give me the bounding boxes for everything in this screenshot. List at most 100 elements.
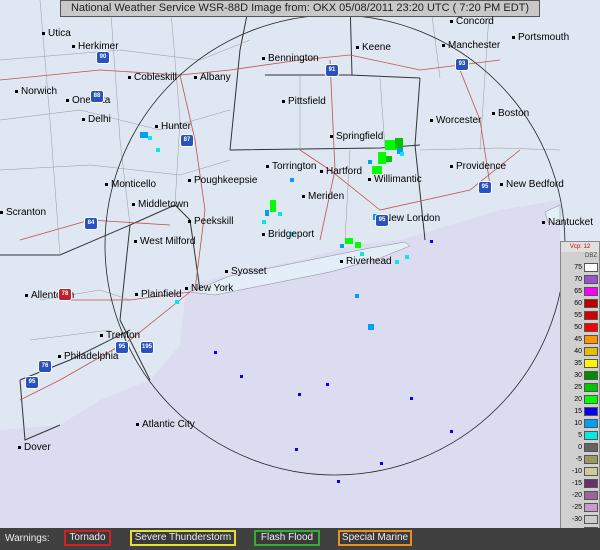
special-marine-warning-button[interactable]: Special Marine [338, 530, 412, 546]
legend-row: -20 [563, 490, 599, 501]
city-label: Bennington [262, 53, 319, 64]
city-label: Manchester [442, 40, 500, 51]
legend-row-label: 30 [574, 372, 582, 379]
legend-row-label: 25 [574, 384, 582, 391]
legend-row-label: -5 [575, 456, 582, 463]
city-label: Plainfield [135, 289, 182, 300]
legend-row-label: 35 [574, 360, 582, 367]
legend-row-label: -20 [571, 492, 582, 499]
city-label: Worcester [430, 115, 481, 126]
legend-unit-label: DBZ [585, 253, 597, 259]
legend-color-swatch [584, 515, 598, 524]
legend-row: -30 [563, 514, 599, 525]
legend-color-swatch [584, 395, 598, 404]
legend-color-swatch [584, 479, 598, 488]
legend-row: 60 [563, 298, 599, 309]
legend-row: -10 [563, 466, 599, 477]
legend-color-swatch [584, 467, 598, 476]
city-label: Riverhead [340, 256, 392, 267]
legend-row-label: 70 [574, 276, 582, 283]
reflectivity-legend: Vcp: 12 DBZ 75 70 65 60 55 50 45 40 35 30 25 20 15 10… [560, 241, 600, 542]
legend-row-label: 60 [574, 300, 582, 307]
legend-color-swatch [584, 371, 598, 380]
legend-row: 50 [563, 322, 599, 333]
warnings-bar: Warnings: Tornado Severe Thunderstorm Fl… [0, 528, 600, 550]
legend-color-swatch [584, 275, 598, 284]
city-label: West Milford [134, 236, 195, 247]
city-label: Syosset [225, 266, 267, 277]
legend-row: 0 [563, 442, 599, 453]
legend-row: -5 [563, 454, 599, 465]
flash-flood-warning-button[interactable]: Flash Flood [254, 530, 320, 546]
legend-row-label: -10 [571, 468, 582, 475]
city-label: Poughkeepsie [188, 175, 257, 186]
city-label: Boston [492, 108, 529, 119]
city-label: Atlantic City [136, 419, 195, 430]
legend-row: -15 [563, 478, 599, 489]
legend-row: 65 [563, 286, 599, 297]
legend-color-swatch [584, 323, 598, 332]
city-label: Middletown [132, 199, 189, 210]
legend-color-swatch [584, 431, 598, 440]
interstate-shield-icon: 95 [115, 341, 129, 354]
interstate-shield-icon: 91 [325, 64, 339, 77]
legend-row: 5 [563, 430, 599, 441]
city-label: Willimantic [368, 174, 422, 185]
legend-color-swatch [584, 419, 598, 428]
legend-row-label: 55 [574, 312, 582, 319]
legend-vcp-label: Vcp: 12 [561, 242, 599, 252]
severe-thunderstorm-warning-button[interactable]: Severe Thunderstorm [130, 530, 236, 546]
city-label: Pittsfield [282, 96, 326, 107]
legend-row: 10 [563, 418, 599, 429]
legend-row-label: 15 [574, 408, 582, 415]
legend-color-swatch [584, 299, 598, 308]
ocean [0, 200, 560, 550]
interstate-shield-icon: 95 [25, 376, 39, 389]
interstate-shield-icon: 84 [84, 217, 98, 230]
interstate-shield-icon: 195 [140, 341, 154, 354]
city-label: Norwich [15, 86, 57, 97]
city-label: Hunter [155, 121, 191, 132]
city-label: Philadelphia [58, 351, 119, 362]
legend-row: 35 [563, 358, 599, 369]
interstate-shield-icon: 95 [478, 181, 492, 194]
interstate-shield-icon: 87 [180, 134, 194, 147]
legend-color-swatch [584, 455, 598, 464]
city-label: Providence [450, 161, 506, 172]
legend-color-swatch [584, 311, 598, 320]
legend-color-swatch [584, 407, 598, 416]
interstate-shield-icon: 88 [90, 90, 104, 103]
legend-row: 55 [563, 310, 599, 321]
tornado-warning-button[interactable]: Tornado [64, 530, 111, 546]
legend-row-label: 50 [574, 324, 582, 331]
legend-row-label: 20 [574, 396, 582, 403]
legend-color-swatch [584, 503, 598, 512]
interstate-shield-icon: 90 [96, 51, 110, 64]
interstate-shield-icon: 76 [38, 360, 52, 373]
legend-row: -25 [563, 502, 599, 513]
radar-header-text: National Weather Service WSR-88D Image f… [70, 2, 530, 14]
legend-row: 25 [563, 382, 599, 393]
city-label: Springfield [330, 131, 383, 142]
city-label: Dover [18, 442, 51, 453]
city-label: New York [185, 283, 233, 294]
legend-color-swatch [584, 383, 598, 392]
legend-row-label: -15 [571, 480, 582, 487]
city-label: Keene [356, 42, 391, 53]
legend-row-label: 0 [578, 444, 582, 451]
legend-row: 15 [563, 406, 599, 417]
legend-row: 40 [563, 346, 599, 357]
interstate-shield-icon: 93 [455, 58, 469, 71]
city-label: Nantucket [542, 217, 593, 228]
city-label: Delhi [82, 114, 111, 125]
radar-map-frame: National Weather Service WSR-88D Image f… [0, 0, 600, 550]
legend-row-label: 45 [574, 336, 582, 343]
legend-color-swatch [584, 287, 598, 296]
legend-row: 20 [563, 394, 599, 405]
interstate-shield-icon: 95 [375, 214, 389, 227]
city-label: Concord [450, 16, 494, 27]
legend-row-label: -25 [571, 504, 582, 511]
city-label: Peekskill [188, 216, 233, 227]
city-label: Trenton [100, 330, 140, 341]
legend-color-swatch [584, 347, 598, 356]
